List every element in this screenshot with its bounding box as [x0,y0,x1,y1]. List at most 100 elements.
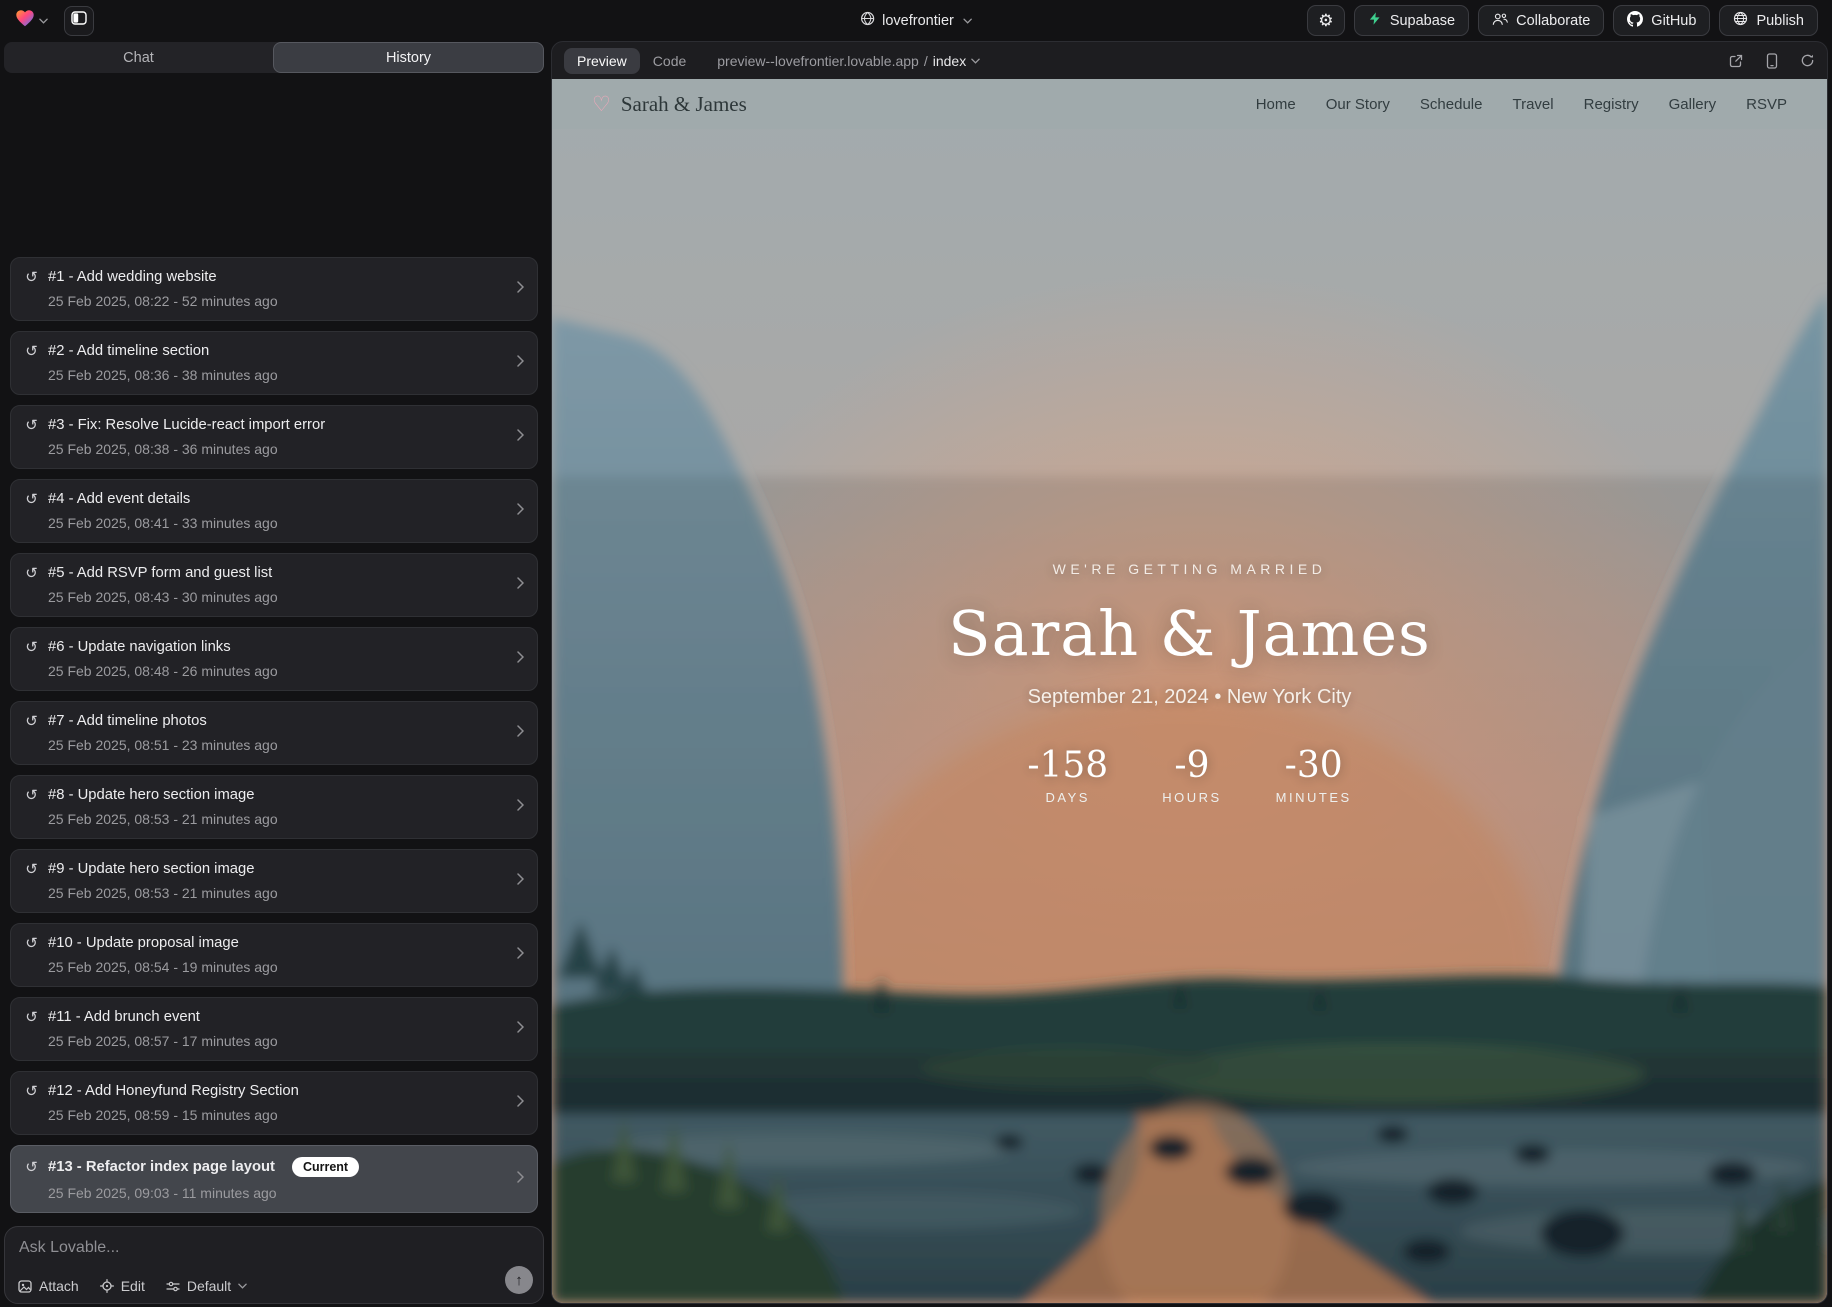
settings-button[interactable]: ⚙ [1307,5,1345,36]
chevron-right-icon [517,1094,524,1112]
supabase-icon [1368,11,1382,30]
image-attach-icon [18,1280,32,1293]
users-icon [1492,12,1508,30]
chevron-right-icon [517,576,524,594]
history-item-8[interactable]: ↺#8 - Update hero section image 25 Feb 2… [10,775,538,839]
history-icon: ↺ [24,1010,39,1025]
history-icon: ↺ [24,270,39,285]
publish-globe-icon [1733,11,1748,30]
history-icon: ↺ [24,788,39,803]
project-name: lovefrontier [882,13,954,29]
history-item-title: #7 - Add timeline photos [48,713,207,729]
mode-selector[interactable]: Default [166,1278,247,1294]
project-selector[interactable]: lovefrontier [860,11,972,30]
arrow-up-icon: ↑ [515,1272,523,1289]
history-item-timestamp: 25 Feb 2025, 09:03 - 11 minutes ago [48,1185,501,1201]
history-item-4[interactable]: ↺ #4 - Add event details 25 Feb 2025, 08:… [10,479,538,543]
nav-gallery[interactable]: Gallery [1669,96,1717,113]
globe-icon [860,11,875,30]
lovable-menu[interactable] [14,7,48,34]
history-item-3[interactable]: ↺#3 - Fix: Resolve Lucide-react import e… [10,405,538,469]
mobile-view-icon[interactable] [1766,53,1778,69]
chevron-right-icon [517,650,524,668]
history-item-title: #6 - Update navigation links [48,639,231,655]
history-item-title: #3 - Fix: Resolve Lucide-react import er… [48,417,325,433]
collaborate-button[interactable]: Collaborate [1478,5,1604,36]
nav-registry[interactable]: Registry [1584,96,1639,113]
countdown-hours-value: -9 [1162,745,1221,786]
send-button[interactable]: ↑ [505,1266,533,1294]
open-in-new-window-icon[interactable] [1728,53,1744,69]
history-item-12[interactable]: ↺#12 - Add Honeyfund Registry Section 25… [10,1071,538,1135]
code-tab-label: Code [653,53,686,69]
refresh-icon[interactable] [1800,53,1815,68]
preview-toolbar: Preview Code preview--lovefrontier.lovab… [552,42,1827,79]
history-item-timestamp: 25 Feb 2025, 08:41 - 33 minutes ago [48,515,501,531]
history-item-10[interactable]: ↺#10 - Update proposal image 25 Feb 2025… [10,923,538,987]
nav-schedule[interactable]: Schedule [1420,96,1483,113]
chevron-right-icon [517,1170,524,1188]
supabase-button[interactable]: Supabase [1354,5,1469,36]
history-item-title: #4 - Add event details [48,491,190,507]
history-item-title: #10 - Update proposal image [48,935,239,951]
edit-select-button[interactable]: Edit [100,1278,145,1294]
github-button[interactable]: GitHub [1613,5,1710,36]
nav-travel[interactable]: Travel [1512,96,1553,113]
attach-label: Attach [39,1278,79,1294]
site-logo-text: Sarah & James [621,92,747,117]
tab-history[interactable]: History [273,42,544,73]
history-item-9[interactable]: ↺#9 - Update hero section image 25 Feb 2… [10,849,538,913]
history-item-13-current[interactable]: ↺#13 - Refactor index page layoutCurrent… [10,1145,538,1213]
countdown: -158 DAYS -9 HOURS -30 MINUTES [552,745,1827,805]
hero-section: WE'RE GETTING MARRIED Sarah & James Sept… [552,561,1827,805]
chat-composer: Attach Edit Default ↑ [4,1226,544,1304]
chevron-right-icon [517,724,524,742]
history-item-timestamp: 25 Feb 2025, 08:54 - 19 minutes ago [48,959,501,975]
history-item-title: #9 - Update hero section image [48,861,254,877]
site-header: ♡ Sarah & James Home Our Story Schedule … [552,79,1827,129]
history-item-timestamp: 25 Feb 2025, 08:22 - 52 minutes ago [48,293,501,309]
history-item-5[interactable]: ↺#5 - Add RSVP form and guest list 25 Fe… [10,553,538,617]
tab-history-label: History [386,50,431,66]
nav-home[interactable]: Home [1256,96,1296,113]
ask-lovable-input[interactable] [19,1239,468,1257]
nav-rsvp[interactable]: RSVP [1746,96,1787,113]
tab-chat[interactable]: Chat [4,42,273,73]
countdown-days: -158 DAYS [1027,745,1108,805]
toggle-sidebar-button[interactable] [64,6,94,36]
publish-button[interactable]: Publish [1719,5,1818,36]
chevron-down-icon [39,18,48,24]
history-item-6[interactable]: ↺#6 - Update navigation links 25 Feb 202… [10,627,538,691]
site-nav: Home Our Story Schedule Travel Registry … [1256,96,1787,113]
history-item-title: #5 - Add RSVP form and guest list [48,565,272,581]
history-item-7[interactable]: ↺#7 - Add timeline photos 25 Feb 2025, 0… [10,701,538,765]
tab-code[interactable]: Code [640,48,699,74]
nav-our-story[interactable]: Our Story [1326,96,1390,113]
publish-label: Publish [1756,13,1804,29]
history-icon: ↺ [24,862,39,877]
sliders-icon [166,1280,180,1293]
history-item-timestamp: 25 Feb 2025, 08:48 - 26 minutes ago [48,663,501,679]
preview-url-selector[interactable]: preview--lovefrontier.lovable.app / inde… [717,53,980,69]
countdown-hours: -9 HOURS [1162,745,1221,805]
collaborate-label: Collaborate [1516,13,1590,29]
tab-chat-label: Chat [123,50,154,66]
url-separator: / [924,53,928,69]
chevron-right-icon [517,872,524,890]
github-icon [1627,11,1643,31]
history-item-1[interactable]: ↺#1 - Add wedding website 25 Feb 2025, 0… [10,257,538,321]
app-window: lovefrontier ⚙ Supabase Collaborate GitH… [0,0,1832,1307]
site-logo[interactable]: ♡ Sarah & James [592,92,747,117]
history-item-timestamp: 25 Feb 2025, 08:36 - 38 minutes ago [48,367,501,383]
history-icon: ↺ [24,566,39,581]
history-list: ↺#1 - Add wedding website 25 Feb 2025, 0… [3,73,545,1223]
chevron-down-icon [238,1283,247,1289]
history-item-timestamp: 25 Feb 2025, 08:53 - 21 minutes ago [48,811,501,827]
attach-button[interactable]: Attach [18,1278,79,1294]
history-item-2[interactable]: ↺#2 - Add timeline section 25 Feb 2025, … [10,331,538,395]
history-item-11[interactable]: ↺#11 - Add brunch event 25 Feb 2025, 08:… [10,997,538,1061]
heart-outline-icon: ♡ [592,94,611,115]
history-icon: ↺ [24,492,39,507]
chevron-down-icon [971,58,980,64]
tab-preview[interactable]: Preview [564,48,640,74]
